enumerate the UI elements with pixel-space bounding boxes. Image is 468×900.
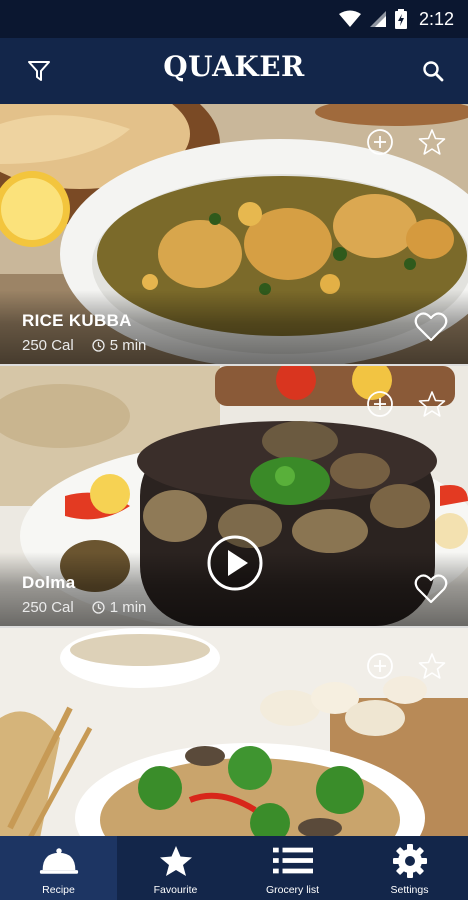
gear-icon — [390, 844, 430, 878]
wifi-icon — [338, 10, 361, 27]
add-icon[interactable] — [366, 128, 394, 156]
recipe-calories: 250 Cal — [22, 337, 74, 354]
nav-label: Recipe — [42, 884, 75, 896]
recipe-meta: 250 Cal 1 min — [22, 599, 146, 616]
heart-icon[interactable] — [414, 311, 448, 343]
recipe-title: Dolma — [22, 573, 76, 592]
recipe-time: 5 min — [92, 337, 147, 354]
recipe-title: RICE KUBBA — [22, 311, 132, 330]
recipe-time-value: 5 min — [109, 337, 147, 354]
signal-icon — [369, 11, 386, 27]
status-time: 2:12 — [418, 8, 454, 29]
battery-icon — [394, 9, 407, 29]
clock-icon — [92, 339, 105, 352]
status-bar: 2:12 — [0, 0, 468, 38]
clock-icon — [92, 601, 105, 614]
brand-logo: QUAKER — [163, 50, 305, 83]
app-bar: QUAKER — [0, 38, 468, 104]
recipe-calories: 250 Cal — [22, 599, 74, 616]
bottom-nav: Recipe Favourite Grocery list Settings — [0, 836, 468, 900]
recipe-card[interactable]: Dolma 250 Cal 1 min — [0, 366, 468, 626]
add-icon[interactable] — [366, 652, 394, 680]
recipe-card[interactable]: RICE KUBBA 250 Cal 5 min — [0, 104, 468, 364]
play-icon[interactable] — [206, 534, 264, 592]
star-icon — [156, 844, 196, 878]
app-root: 2:12 QUAKER RICE KUBBA 250 Cal 5 min Dol… — [0, 0, 468, 900]
add-icon[interactable] — [366, 390, 394, 418]
search-button[interactable] — [418, 56, 448, 86]
star-icon[interactable] — [418, 652, 446, 680]
recipe-card[interactable] — [0, 628, 468, 836]
cloche-icon — [39, 844, 79, 878]
nav-item-recipe[interactable]: Recipe — [0, 836, 117, 900]
heart-icon[interactable] — [414, 573, 448, 605]
nav-item-settings[interactable]: Settings — [351, 836, 468, 900]
recipe-time: 1 min — [92, 599, 147, 616]
status-icons: 2:12 — [338, 8, 454, 30]
recipe-feed[interactable]: RICE KUBBA 250 Cal 5 min Dolma 250 Cal 1… — [0, 104, 468, 836]
nav-label: Settings — [390, 884, 429, 896]
recipe-meta: 250 Cal 5 min — [22, 337, 146, 354]
nav-label: Favourite — [153, 884, 198, 896]
search-icon — [423, 61, 444, 82]
list-icon — [272, 844, 313, 878]
nav-label: Grocery list — [265, 884, 320, 896]
recipe-time-value: 1 min — [109, 599, 147, 616]
nav-item-favourite[interactable]: Favourite — [117, 836, 234, 900]
nav-item-grocery-list[interactable]: Grocery list — [234, 836, 351, 900]
star-icon[interactable] — [418, 128, 446, 156]
recipe-photo — [0, 628, 468, 836]
star-icon[interactable] — [418, 390, 446, 418]
